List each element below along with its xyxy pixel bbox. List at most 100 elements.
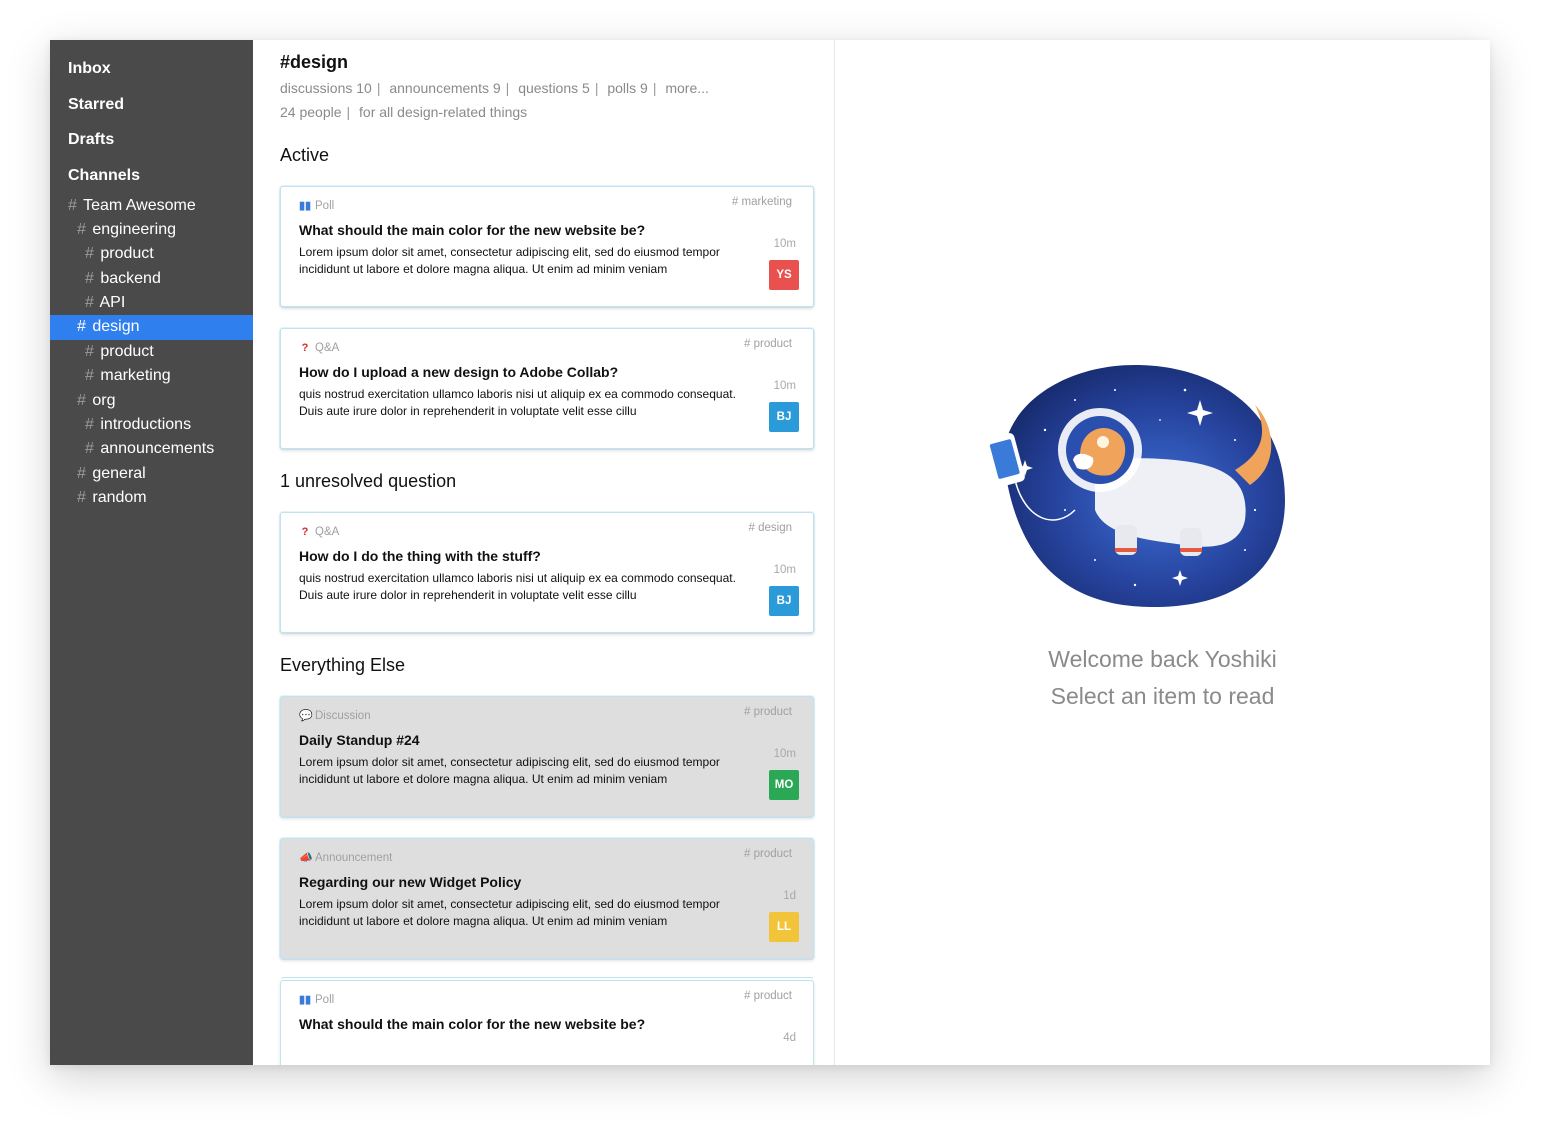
channel-label: product xyxy=(100,245,154,263)
card-time: 4d xyxy=(783,1032,796,1044)
channel-label: general xyxy=(92,464,146,482)
message-card[interactable]: 💬 Discussion # product Daily Standup #24 Lor… xyxy=(280,696,814,817)
avatar[interactable]: BJ xyxy=(769,586,799,616)
card-body: Lorem ipsum dolor sit amet, consectetur … xyxy=(299,245,720,276)
card-title: Daily Standup #24 xyxy=(299,732,420,748)
sidebar-channel-announcements[interactable]: # announcements xyxy=(50,437,253,461)
channel-list: # Team Awesome # engineering # product # ba… xyxy=(50,194,253,511)
stat-discussions[interactable]: discussions 10 xyxy=(280,80,372,96)
card-channel[interactable]: # product xyxy=(744,338,792,350)
stat-polls[interactable]: polls 9 xyxy=(607,80,647,96)
message-card[interactable]: ? Q&A # design How do I do the thing with t… xyxy=(280,512,814,633)
avatar[interactable]: MO xyxy=(769,770,799,800)
card-channel[interactable]: # design xyxy=(749,522,792,534)
card-time: 10m xyxy=(773,748,796,760)
channel-label: introductions xyxy=(100,416,192,434)
card-time: 10m xyxy=(773,380,796,392)
sidebar-channel-backend[interactable]: # backend xyxy=(50,267,253,291)
sidebar: Inbox Starred Drafts Channels # Team Awe… xyxy=(50,40,253,1065)
stat-announcements[interactable]: announcements 9 xyxy=(389,80,500,96)
sidebar-channel-random[interactable]: # random xyxy=(50,486,253,510)
poll-icon: ▮▮ xyxy=(299,994,312,1006)
sidebar-channel-product[interactable]: # product xyxy=(50,340,253,364)
card-channel[interactable]: # marketing xyxy=(732,196,792,208)
discussion-icon: 💬 xyxy=(299,710,313,722)
card-body: Lorem ipsum dolor sit amet, consectetur … xyxy=(299,897,720,928)
sidebar-channel-general[interactable]: # general xyxy=(50,462,253,486)
section-title: Everything Else xyxy=(280,655,406,675)
nav-inbox[interactable]: Inbox xyxy=(50,58,253,94)
hash-icon: # xyxy=(85,269,94,287)
channel-label: org xyxy=(92,391,116,409)
people-count: 24 people xyxy=(280,104,342,120)
card-type: 💬 Discussion xyxy=(299,708,795,724)
channel-description: for all design-related things xyxy=(359,104,528,120)
stat-questions[interactable]: questions 5 xyxy=(518,80,590,96)
channel-label: engineering xyxy=(92,220,176,238)
sidebar-channel-api[interactable]: # API xyxy=(50,291,253,315)
reading-pane: Welcome back Yoshiki Select an item to r… xyxy=(835,40,1490,1065)
channel-title: #design xyxy=(280,52,349,72)
channel-label: API xyxy=(99,294,126,312)
sidebar-channel-introductions[interactable]: # introductions xyxy=(50,413,253,437)
sidebar-channel-design[interactable]: # design xyxy=(50,315,253,340)
card-time: 10m xyxy=(773,238,796,250)
card-type-label: Poll xyxy=(315,994,335,1006)
card-title: How do I upload a new design to Adobe Co… xyxy=(299,364,619,380)
section-title: 1 unresolved question xyxy=(280,471,457,491)
question-icon: ? xyxy=(301,526,309,538)
hash-icon: # xyxy=(85,245,94,263)
card-title: What should the main color for the new w… xyxy=(299,1016,646,1032)
message-card[interactable]: ▮▮ Poll # product What should the main colo… xyxy=(280,980,814,1065)
card-channel[interactable]: # product xyxy=(744,990,792,1002)
hash-icon: # xyxy=(85,440,94,458)
feed-sections: Active ▮▮ Poll # marketing What should the m… xyxy=(280,144,814,1065)
hash-icon: # xyxy=(85,342,94,360)
welcome-line: Welcome back Yoshiki xyxy=(1048,646,1277,672)
card-type: ? Q&A xyxy=(299,524,795,540)
sidebar-channel-team-awesome[interactable]: # Team Awesome xyxy=(50,194,253,218)
hash-icon: # xyxy=(77,489,86,507)
sidebar-channel-product[interactable]: # product xyxy=(50,242,253,266)
card-type-label: Discussion xyxy=(315,710,371,722)
message-card[interactable]: ▮▮ Poll # marketing What should the main co… xyxy=(280,186,814,307)
channel-label: announcements xyxy=(100,440,215,458)
sidebar-channel-engineering[interactable]: # engineering xyxy=(50,218,253,242)
avatar[interactable]: YS xyxy=(769,260,799,290)
welcome-message: Welcome back Yoshiki Select an item to r… xyxy=(835,641,1490,715)
hash-icon: # xyxy=(77,220,86,238)
hash-icon: # xyxy=(68,196,77,214)
card-body: quis nostrud exercitation ullamco labori… xyxy=(299,571,736,602)
channel-stats: discussions 10 | announcements 9 | questio… xyxy=(280,80,709,96)
channel-label: marketing xyxy=(100,367,171,385)
welcome-hint: Select an item to read xyxy=(1050,683,1275,709)
hash-icon: # xyxy=(77,391,86,409)
card-type-label: Poll xyxy=(315,200,335,212)
card-title: How do I do the thing with the stuff? xyxy=(299,548,541,564)
sidebar-channel-org[interactable]: # org xyxy=(50,389,253,413)
channel-label: Team Awesome xyxy=(83,196,196,214)
astronaut-dog-illustration xyxy=(985,365,1285,608)
avatar[interactable]: BJ xyxy=(769,402,799,432)
channel-label: backend xyxy=(100,269,161,287)
card-type: ? Q&A xyxy=(299,340,795,356)
card-channel[interactable]: # product xyxy=(744,848,792,860)
channel-label: design xyxy=(92,318,140,336)
card-type: ▮▮ Poll xyxy=(299,198,795,214)
channel-info: 24 people | for all design-related things xyxy=(280,104,528,120)
card-time: 1d xyxy=(783,890,796,902)
card-channel[interactable]: # product xyxy=(744,706,792,718)
nav-starred[interactable]: Starred xyxy=(50,94,253,130)
nav-drafts[interactable]: Drafts xyxy=(50,129,253,165)
section-title: Active xyxy=(280,145,330,165)
card-body: quis nostrud exercitation ullamco labori… xyxy=(299,387,736,418)
announcement-icon: 📣 xyxy=(299,852,313,864)
card-title: Regarding our new Widget Policy xyxy=(299,874,522,890)
question-icon: ? xyxy=(301,342,309,354)
message-card[interactable]: 📣 Announcement # product Regarding our new … xyxy=(280,838,814,959)
message-card[interactable]: ? Q&A # product How do I upload a new desig… xyxy=(280,328,814,449)
sidebar-channel-marketing[interactable]: # marketing xyxy=(50,364,253,388)
more-link[interactable]: more... xyxy=(665,80,709,96)
avatar[interactable]: LL xyxy=(769,912,799,942)
card-type: ▮▮ Poll xyxy=(299,992,795,1008)
